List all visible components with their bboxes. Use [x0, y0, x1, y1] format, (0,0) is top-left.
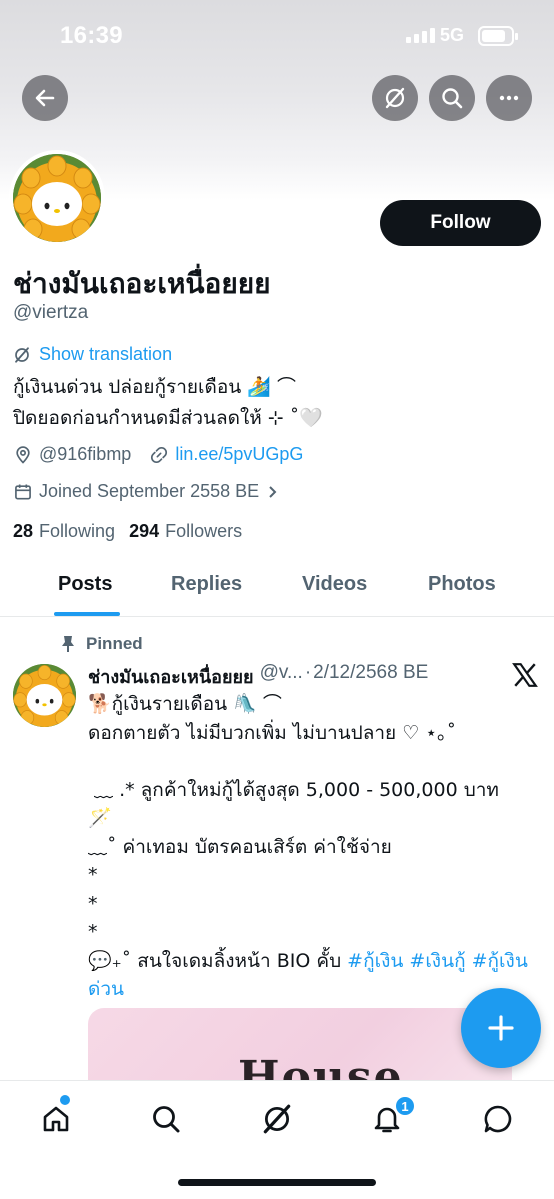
show-translation-link[interactable]: Show translation — [13, 344, 172, 365]
x-logo-icon — [512, 663, 538, 687]
separator-dot: · — [304, 662, 312, 683]
profile-display-name: ช่างมันเถอะเหนื่อยยย — [13, 267, 271, 300]
network-label: 5G — [440, 25, 465, 45]
location-pin-icon — [16, 445, 30, 464]
location-text: @916fibmp — [39, 444, 132, 464]
sunflower-kitty-avatar-image — [13, 154, 101, 242]
pin-icon — [62, 636, 74, 652]
home-icon — [43, 1106, 69, 1132]
signal-icon — [406, 28, 435, 43]
grok-icon — [15, 346, 29, 363]
nav-search[interactable] — [146, 1099, 186, 1139]
search-icon — [153, 1106, 180, 1133]
followers-label: Followers — [165, 521, 243, 541]
battery-icon — [478, 26, 518, 46]
following-label: Following — [39, 521, 116, 541]
tweet-author-avatar[interactable] — [13, 664, 76, 727]
followers-count: 294 — [129, 521, 160, 541]
tab-photos[interactable]: Photos — [428, 573, 496, 596]
tweet-body-text: 🐕กู้เงินรายเดือน 🛝 ⌒ ดอกตายตัว ไม่มีบวกเ… — [88, 693, 499, 972]
profile-bio: กู้เงินนด่วน ปล่อยกู้รายเดือน 🏄 ⌒ ปิดยอด… — [13, 372, 323, 434]
tweet-text: 🐕กู้เงินรายเดือน 🛝 ⌒ ดอกตายตัว ไม่มีบวกเ… — [88, 690, 548, 1004]
compose-post-button[interactable] — [461, 988, 541, 1068]
tweet-date[interactable]: 2/12/2568 BE — [313, 662, 428, 691]
tweet-author-handle[interactable]: @v... — [260, 662, 303, 691]
follow-button[interactable]: Follow — [380, 200, 541, 246]
location-item: @916fibmp — [13, 444, 131, 465]
tab-videos[interactable]: Videos — [302, 573, 367, 596]
nav-home[interactable] — [36, 1099, 76, 1139]
profile-handle: @viertza — [13, 302, 89, 323]
tab-replies[interactable]: Replies — [171, 573, 242, 596]
tab-posts[interactable]: Posts — [58, 573, 112, 596]
tweet-media-image[interactable]: House — [88, 1008, 512, 1088]
joined-date-text: Joined September 2558 BE — [39, 481, 260, 501]
search-button[interactable] — [429, 75, 475, 121]
followers-link[interactable]: 294 Followers — [129, 521, 242, 542]
bio-line: กู้เงินนด่วน ปล่อยกู้รายเดือน 🏄 ⌒ — [13, 376, 297, 398]
active-tab-indicator — [54, 612, 120, 616]
more-button[interactable] — [486, 75, 532, 121]
more-icon — [499, 95, 519, 101]
grok-button[interactable] — [372, 75, 418, 121]
plus-icon — [488, 1015, 514, 1041]
status-time: 16:39 — [60, 22, 123, 49]
show-translation-label: Show translation — [39, 344, 173, 364]
chevron-right-icon — [269, 485, 277, 498]
grok-icon — [263, 1104, 291, 1134]
calendar-icon — [15, 484, 31, 499]
website-item[interactable]: lin.ee/5pvUGpG — [149, 444, 303, 465]
notification-badge: 1 — [394, 1095, 416, 1117]
nav-messages[interactable] — [478, 1099, 518, 1139]
messages-icon — [484, 1105, 512, 1133]
pinned-indicator: Pinned — [60, 634, 143, 654]
arrow-left-icon — [35, 89, 55, 107]
profile-avatar[interactable] — [9, 150, 105, 246]
search-icon — [442, 88, 463, 109]
back-button[interactable] — [22, 75, 68, 121]
nav-grok[interactable] — [257, 1099, 297, 1139]
sunflower-kitty-avatar-image — [13, 664, 76, 727]
home-indicator — [178, 1179, 376, 1186]
following-link[interactable]: 28 Following — [13, 521, 115, 542]
pinned-label: Pinned — [86, 634, 143, 653]
following-count: 28 — [13, 521, 34, 541]
tweet-author-name[interactable]: ช่างมันเถอะเหนื่อยยย — [88, 662, 254, 691]
website-link[interactable]: lin.ee/5pvUGpG — [175, 444, 303, 465]
link-icon — [151, 446, 168, 463]
status-bar: 16:39 5G — [0, 0, 554, 72]
profile-meta: @916fibmp lin.ee/5pvUGpG — [13, 444, 321, 465]
profile-tabs: Posts Replies Videos Photos — [0, 560, 554, 617]
home-notification-dot — [60, 1095, 70, 1105]
bio-line: ปิดยอดก่อนกำหนดมีส่วนลดให้ ⊹ ˚🤍 — [13, 407, 323, 429]
tweet-header: ช่างมันเถอะเหนื่อยยย @v... · 2/12/2568 B… — [88, 662, 478, 691]
follow-counts: 28 Following 294 Followers — [13, 521, 242, 542]
grok-icon — [385, 87, 405, 109]
joined-date-row[interactable]: Joined September 2558 BE — [13, 481, 279, 502]
